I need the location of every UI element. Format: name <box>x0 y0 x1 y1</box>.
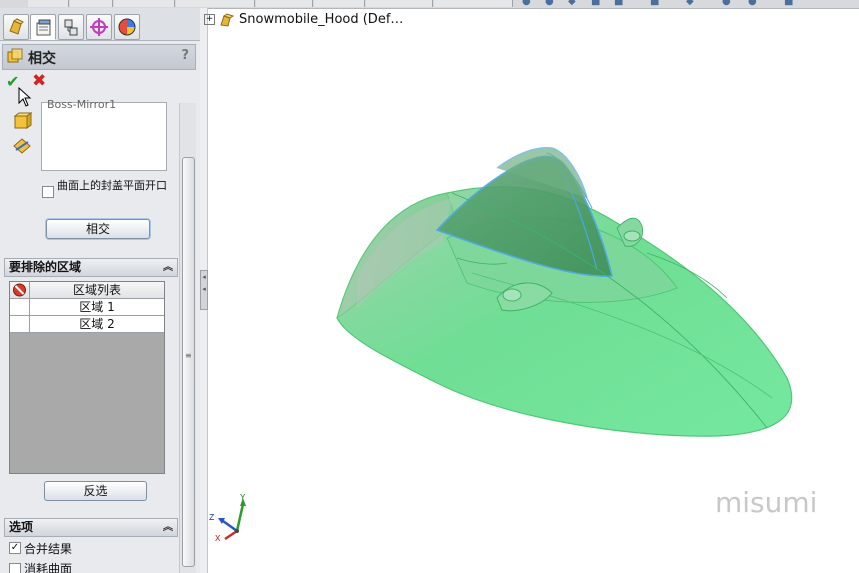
table-row[interactable]: 区域 2 <box>10 316 164 333</box>
zoom-fit-icon[interactable]: ● <box>522 0 531 7</box>
command-tab[interactable] <box>256 0 313 7</box>
tab-property-manager[interactable] <box>30 14 56 40</box>
feature-title-bar: 相交 ? <box>2 44 196 70</box>
cap-planar-openings-checkbox[interactable] <box>42 186 54 198</box>
grip-icon: ≡ <box>185 351 192 360</box>
mouse-cursor-icon <box>18 87 32 107</box>
command-tab[interactable] <box>28 0 69 7</box>
configuration-icon <box>64 19 78 36</box>
section-view-icon[interactable]: ■ <box>591 0 600 7</box>
display-style-icon[interactable]: ■ <box>650 0 659 7</box>
previous-view-icon[interactable]: ◆ <box>568 0 576 7</box>
zoom-area-icon[interactable]: ● <box>545 0 554 7</box>
property-manager-panel: 相交 ? ✔ ✖ Boss-Mirror1 曲面上的封盖平面开口 相交 要排除的… <box>0 8 201 573</box>
feature-tree-icon <box>9 18 24 35</box>
scrollbar-thumb[interactable]: ≡ <box>182 157 195 567</box>
help-icon[interactable]: ? <box>181 48 189 63</box>
planes-selection-icon <box>13 138 31 154</box>
tab-display-manager[interactable] <box>114 14 140 40</box>
merge-result-label: 合并结果 <box>24 542 73 556</box>
property-manager-icon <box>36 19 51 36</box>
exclude-column-header <box>10 282 30 298</box>
exclude-checkbox-cell[interactable] <box>10 299 30 315</box>
scene-icon[interactable]: ● <box>748 0 757 7</box>
command-tab[interactable] <box>314 0 365 7</box>
tab-feature-manager[interactable] <box>3 14 29 40</box>
region-name: 区域 1 <box>79 300 115 314</box>
collapse-icon[interactable]: ︽ <box>163 519 173 536</box>
table-row[interactable]: 区域 1 <box>10 299 164 316</box>
axis-z-label: Z <box>209 513 215 523</box>
command-tab[interactable] <box>366 0 433 7</box>
panel-scrollbar[interactable]: ≡ <box>179 103 196 573</box>
tab-dimxpert[interactable] <box>86 14 112 40</box>
consume-surfaces-label: 消耗曲面 <box>24 562 73 573</box>
intersect-feature-icon <box>7 48 23 63</box>
intersect-button[interactable]: 相交 <box>46 219 150 239</box>
exclude-icon <box>13 283 26 297</box>
axis-y-label: Y <box>240 493 246 503</box>
command-tab[interactable] <box>176 0 255 7</box>
axis-x-label: X <box>215 534 221 544</box>
table-header-row: 区域列表 <box>10 282 164 299</box>
options-title: 选项 <box>9 520 34 534</box>
list-item[interactable]: Boss-Mirror1 <box>47 98 116 111</box>
command-tab[interactable] <box>434 0 513 7</box>
snowmobile-hood-model[interactable] <box>336 147 793 437</box>
merge-result-checkbox[interactable]: ✓ <box>9 542 21 554</box>
cancel-button[interactable]: ✖ <box>32 71 46 91</box>
tab-configuration-manager[interactable] <box>58 14 84 40</box>
exclude-regions-header[interactable]: 要排除的区域 ︽ <box>4 258 178 277</box>
appearance-icon[interactable]: ● <box>722 0 731 7</box>
invert-selection-button[interactable]: 反选 <box>44 481 147 501</box>
hide-show-icon[interactable]: ◆ <box>686 0 694 7</box>
region-name: 区域 2 <box>79 317 115 331</box>
feature-title: 相交 <box>28 51 56 67</box>
command-tab[interactable] <box>114 0 175 7</box>
cap-planar-openings-label: 曲面上的封盖平面开口 <box>57 179 167 192</box>
dimxpert-icon <box>90 18 108 36</box>
exclude-checkbox-cell[interactable] <box>10 316 30 332</box>
region-list-table[interactable]: 区域列表 区域 1 区域 2 <box>9 281 165 474</box>
selected-entities-list[interactable]: Boss-Mirror1 <box>41 98 167 171</box>
options-header[interactable]: 选项 ︽ <box>4 518 178 537</box>
command-tab[interactable] <box>70 0 113 7</box>
exclude-regions-title: 要排除的区域 <box>9 260 82 274</box>
display-manager-icon <box>118 18 136 36</box>
coordinate-triad <box>218 498 246 541</box>
consume-surfaces-checkbox[interactable] <box>9 563 21 573</box>
collapse-icon[interactable]: ︽ <box>163 259 173 276</box>
panel-tabs <box>0 8 200 41</box>
watermark-logo: misumi <box>715 486 818 519</box>
region-list-header: 区域列表 <box>72 283 121 297</box>
view-settings-icon[interactable]: ■ <box>784 0 793 7</box>
bodies-selection-icon <box>13 112 32 129</box>
view-orientation-icon[interactable]: ■ <box>614 0 623 7</box>
